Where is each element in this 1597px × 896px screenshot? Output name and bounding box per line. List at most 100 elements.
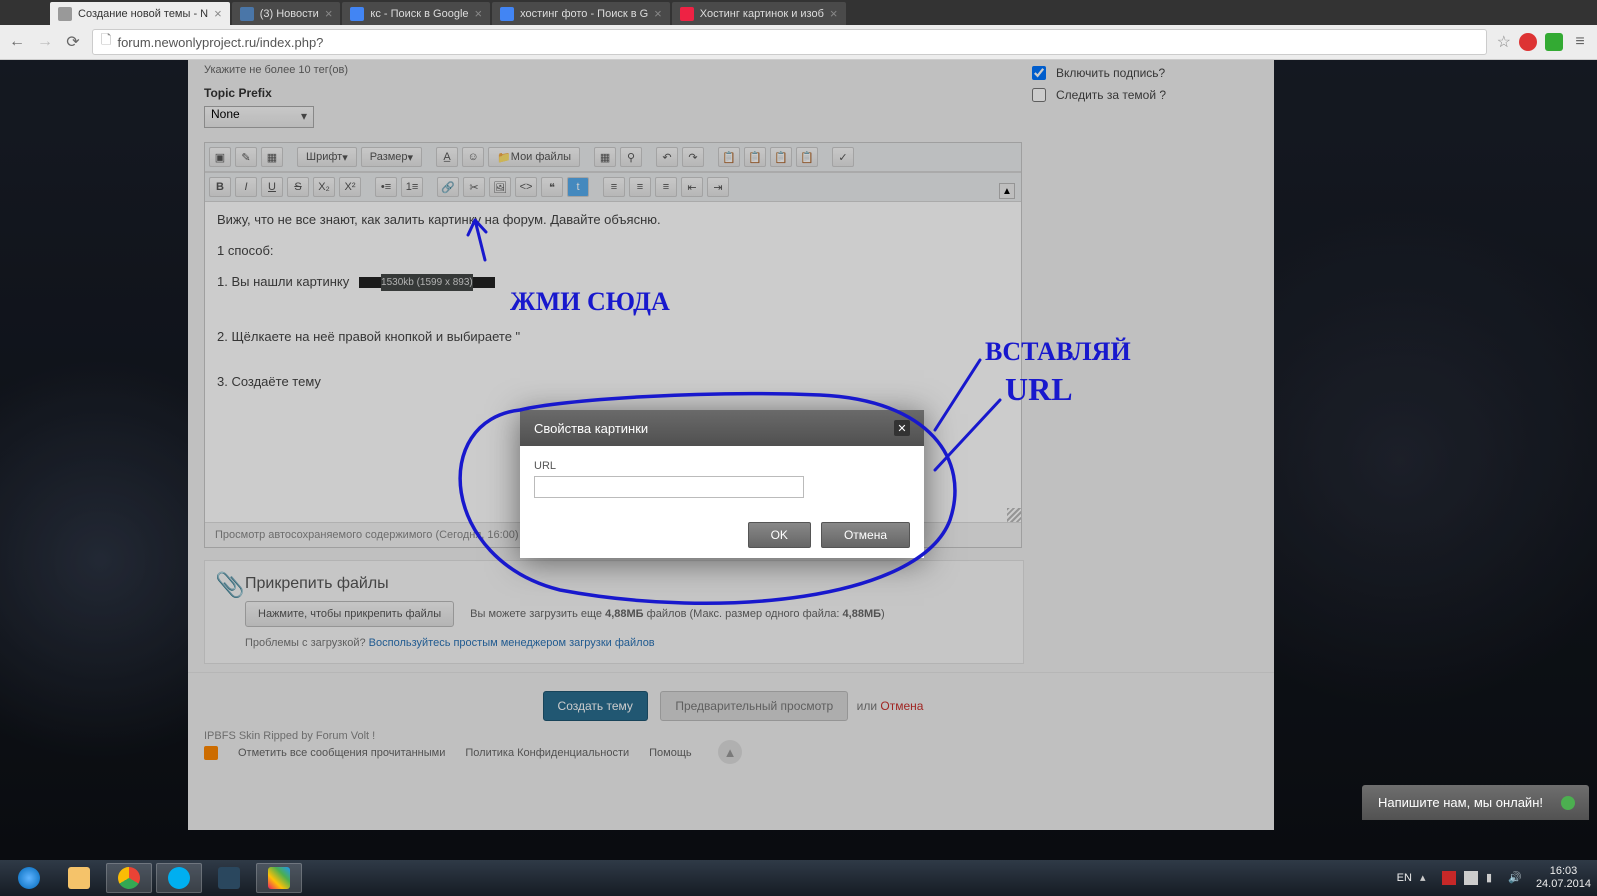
toggle-edit-icon[interactable]: ▣	[209, 147, 231, 167]
explorer-task-icon[interactable]	[56, 863, 102, 893]
paste-icon[interactable]: 📋	[744, 147, 766, 167]
prefix-select[interactable]: None	[204, 106, 314, 128]
source-icon[interactable]: ▦	[261, 147, 283, 167]
privacy-link[interactable]: Политика Конфиденциальности	[465, 747, 629, 759]
tab-close-icon[interactable]: ×	[654, 6, 662, 21]
text-color-icon[interactable]: A̲	[436, 147, 458, 167]
font-family-select[interactable]: Шрифт ▾	[297, 147, 357, 167]
address-bar[interactable]: 🗋 forum.newonlyproject.ru/index.php?	[92, 29, 1487, 55]
tab-close-icon[interactable]: ×	[214, 6, 222, 21]
align-right-icon[interactable]: ≡	[655, 177, 677, 197]
bbcode-toggle-icon[interactable]: ▲	[999, 183, 1015, 199]
tray-chevron-icon[interactable]: ▴	[1420, 871, 1434, 885]
superscript-icon[interactable]: X²	[339, 177, 361, 197]
code-icon[interactable]: <>	[515, 177, 537, 197]
subscript-icon[interactable]: X₂	[313, 177, 335, 197]
content-line: 3. Создаёте тему	[217, 374, 1009, 389]
unlink-icon[interactable]: ✂	[463, 177, 485, 197]
url-text: forum.newonlyproject.ru/index.php?	[117, 35, 323, 50]
tray-volume-icon[interactable]: 🔊	[1508, 871, 1522, 885]
copy-icon[interactable]: 📋	[718, 147, 740, 167]
tray-action-center-icon[interactable]	[1464, 871, 1478, 885]
twitter-icon[interactable]: t	[567, 177, 589, 197]
attach-files-panel: 📎 Прикрепить файлы Нажмите, чтобы прикре…	[204, 560, 1024, 664]
content-line: 2. Щёлкаете на неё правой кнопкой и выби…	[217, 329, 1009, 344]
eraser-icon[interactable]: ✎	[235, 147, 257, 167]
paste-plain-icon[interactable]: 📋	[770, 147, 792, 167]
tab-close-icon[interactable]: ×	[830, 6, 838, 21]
follow-checkbox[interactable]	[1032, 88, 1046, 102]
scroll-to-top-button[interactable]: ▲	[718, 740, 742, 764]
modal-cancel-button[interactable]: Отмена	[821, 522, 910, 548]
chrome-menu-button[interactable]: ≡	[1571, 33, 1589, 51]
browser-tabstrip: Создание новой темы - N × (3) Новости × …	[0, 0, 1597, 25]
media-icon[interactable]: ▦	[594, 147, 616, 167]
italic-icon[interactable]: I	[235, 177, 257, 197]
tab-close-icon[interactable]: ×	[475, 6, 483, 21]
modal-close-button[interactable]: ✕	[894, 420, 910, 436]
image-thumbnail[interactable]: 1530kb (1599 x 893)	[359, 277, 495, 288]
nav-back-button[interactable]: ←	[8, 33, 26, 51]
resize-handle-icon[interactable]	[1007, 508, 1021, 522]
paste-word-icon[interactable]: 📋	[796, 147, 818, 167]
extension-icon[interactable]	[1545, 33, 1563, 51]
modal-ok-button[interactable]: OK	[748, 522, 811, 548]
taskbar-clock[interactable]: 16:03 24.07.2014	[1536, 865, 1591, 891]
align-center-icon[interactable]: ≡	[629, 177, 651, 197]
link-icon[interactable]: 🔗	[437, 177, 459, 197]
underline-icon[interactable]: U	[261, 177, 283, 197]
signature-checkbox[interactable]	[1032, 66, 1046, 80]
browser-tab[interactable]: кс - Поиск в Google ×	[342, 2, 490, 25]
simple-uploader-link[interactable]: Воспользуйтесь простым менеджером загруз…	[369, 637, 655, 649]
start-button[interactable]	[6, 863, 52, 893]
tray-flag-icon[interactable]	[1442, 871, 1456, 885]
paperclip-icon: 📎	[215, 571, 245, 600]
my-files-button[interactable]: 📁 Мои файлы	[488, 147, 580, 167]
url-input[interactable]	[534, 476, 804, 498]
tab-title: (3) Новости	[260, 8, 319, 20]
extension-icon[interactable]	[1519, 33, 1537, 51]
redo-icon[interactable]: ↷	[682, 147, 704, 167]
rss-icon[interactable]	[204, 746, 218, 760]
favicon-icon	[350, 7, 364, 21]
live-chat-widget[interactable]: Напишите нам, мы онлайн!	[1362, 785, 1589, 820]
browser-tab[interactable]: Хостинг картинок и изоб ×	[672, 2, 846, 25]
skype-task-icon[interactable]	[156, 863, 202, 893]
option-signature[interactable]: Включить подпись?	[1032, 66, 1262, 80]
options-sidebar: Включить подпись? Следить за темой ?	[1032, 66, 1262, 110]
quote-icon[interactable]: ❝	[541, 177, 563, 197]
strike-icon[interactable]: S	[287, 177, 309, 197]
attach-files-button[interactable]: Нажмите, чтобы прикрепить файлы	[245, 601, 454, 627]
number-list-icon[interactable]: 1≡	[401, 177, 423, 197]
browser-tab[interactable]: Создание новой темы - N ×	[50, 2, 230, 25]
image-icon[interactable]: 🖼	[489, 177, 511, 197]
spellcheck-icon[interactable]: ✓	[832, 147, 854, 167]
option-follow[interactable]: Следить за темой ?	[1032, 88, 1262, 102]
bold-icon[interactable]: B	[209, 177, 231, 197]
language-indicator[interactable]: EN	[1397, 872, 1412, 884]
emoticon-icon[interactable]: ☺	[462, 147, 484, 167]
nav-reload-button[interactable]: ⟳	[64, 33, 82, 51]
steam-task-icon[interactable]	[206, 863, 252, 893]
tray-network-icon[interactable]: ▮	[1486, 871, 1500, 885]
browser-tab[interactable]: (3) Новости ×	[232, 2, 341, 25]
action-bar: Создать тему Предварительный просмотр ил…	[188, 672, 1274, 739]
outdent-icon[interactable]: ⇤	[681, 177, 703, 197]
undo-icon[interactable]: ↶	[656, 147, 678, 167]
bookmark-star-icon[interactable]: ☆	[1497, 32, 1511, 52]
nav-forward-button[interactable]: →	[36, 33, 54, 51]
tab-close-icon[interactable]: ×	[325, 6, 333, 21]
font-size-select[interactable]: Размер ▾	[361, 147, 422, 167]
bullet-list-icon[interactable]: •≡	[375, 177, 397, 197]
browser-tab[interactable]: хостинг фото - Поиск в G ×	[492, 2, 670, 25]
preview-button[interactable]: Предварительный просмотр	[660, 691, 848, 721]
mark-read-link[interactable]: Отметить все сообщения прочитанными	[238, 747, 445, 759]
chrome-task-icon[interactable]	[106, 863, 152, 893]
align-left-icon[interactable]: ≡	[603, 177, 625, 197]
cancel-link[interactable]: Отмена	[880, 699, 923, 713]
help-link[interactable]: Помощь	[649, 747, 692, 759]
indent-icon[interactable]: ⇥	[707, 177, 729, 197]
find-icon[interactable]: ⚲	[620, 147, 642, 167]
create-topic-button[interactable]: Создать тему	[543, 691, 648, 721]
paint-task-icon[interactable]	[256, 863, 302, 893]
